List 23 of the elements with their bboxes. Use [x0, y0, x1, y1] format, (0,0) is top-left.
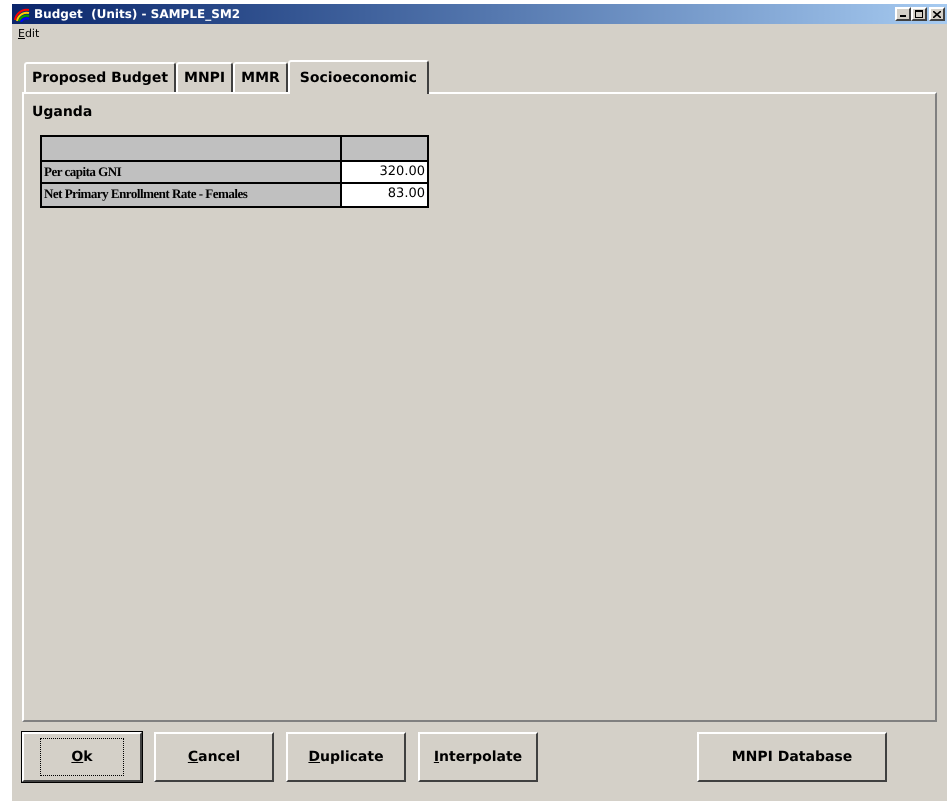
tab[interactable]: Proposed Budget — [24, 62, 176, 92]
dialog-button[interactable]: Ok — [22, 732, 142, 782]
menu-item[interactable]: Edit — [18, 26, 40, 42]
value-cell[interactable]: 320.00 — [342, 162, 427, 182]
tab[interactable]: MNPI — [176, 62, 234, 92]
dialog-button[interactable]: Cancel — [154, 732, 274, 782]
database-button[interactable]: MNPI Database — [697, 732, 887, 782]
tab[interactable]: Socioeconomic — [288, 60, 429, 94]
maximize-button[interactable] — [911, 7, 927, 21]
minimize-button[interactable] — [895, 7, 911, 21]
row-label: Net Primary Enrollment Rate - Females — [42, 184, 342, 206]
dialog-button[interactable]: Duplicate — [286, 732, 406, 782]
close-button[interactable] — [929, 7, 945, 21]
close-icon — [933, 10, 941, 18]
maximize-icon — [915, 10, 923, 18]
minimize-icon — [900, 15, 906, 17]
window-title: Budget (Units) - SAMPLE_SM2 — [34, 6, 240, 23]
row-label: Per capita GNI — [42, 162, 342, 182]
dialog-button[interactable]: Interpolate — [418, 732, 538, 782]
rainbow-icon — [14, 6, 30, 22]
country-name: Uganda — [32, 103, 94, 122]
value-cell[interactable]: 83.00 — [342, 184, 427, 206]
tab[interactable]: MMR — [233, 62, 288, 92]
